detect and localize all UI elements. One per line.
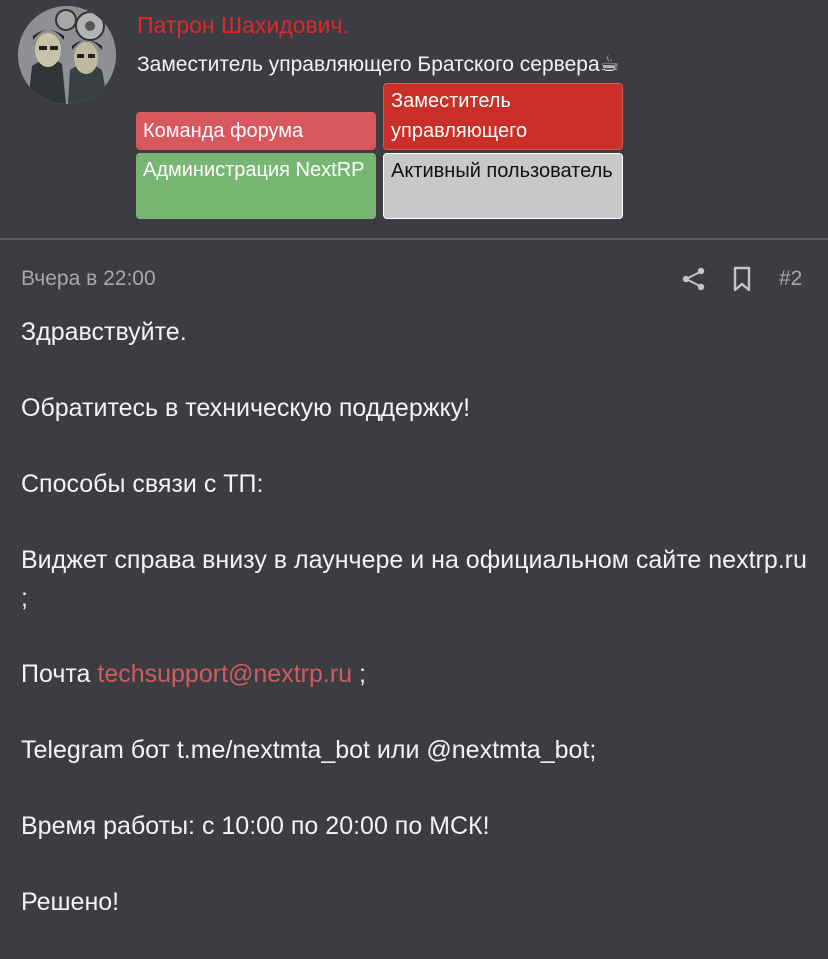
- avatar-two-agents-icon[interactable]: [18, 6, 116, 104]
- message-line: Обратитесь в техническую поддержку!: [21, 394, 471, 422]
- message-body: Здравствуйте. Обратитесь в техническую п…: [21, 313, 811, 959]
- post-number-link[interactable]: #2: [779, 266, 802, 292]
- forum-post-page: Патрон Шахидович. Заместитель управляюще…: [0, 0, 828, 931]
- banner-administration: Администрация NextRP: [136, 153, 376, 219]
- username[interactable]: Патрон Шахидович.: [137, 11, 349, 39]
- banner-forum-team: Команда форума: [136, 112, 376, 150]
- message-line: Время работы: с 10:00 по 20:00 по МСК!: [21, 812, 490, 840]
- post-author-header: Патрон Шахидович. Заместитель управляюще…: [0, 0, 828, 240]
- user-title-text: Заместитель управляющего Братского серве…: [137, 53, 600, 76]
- message-mail-line: Почта techsupport@nextrp.ru ;: [21, 655, 811, 693]
- message-line: Telegram бот t.me/nextmta_bot или @nextm…: [21, 736, 597, 764]
- message-greeting: Здравствуйте.: [21, 318, 187, 346]
- coffee-cup-icon: ☕: [599, 51, 620, 76]
- mail-suffix: ;: [352, 660, 366, 688]
- post-timestamp[interactable]: Вчера в 22:00: [21, 266, 156, 292]
- banner-deputy-manager: Заместитель управляющего: [383, 83, 623, 150]
- post-meta-bar: Вчера в 22:00 #2: [0, 262, 828, 296]
- message-line: Виджет справа внизу в лаунчере и на офиц…: [21, 546, 807, 612]
- email-link[interactable]: techsupport@nextrp.ru: [97, 660, 352, 688]
- mail-label: Почта: [21, 660, 91, 688]
- bookmark-icon[interactable]: [727, 264, 757, 294]
- message-line: Решено!: [21, 888, 120, 916]
- banner-active-user: Активный пользователь: [383, 153, 623, 219]
- message-line: Способы связи с ТП:: [21, 470, 264, 498]
- user-title: Заместитель управляющего Братского серве…: [137, 50, 619, 79]
- share-icon[interactable]: [679, 264, 709, 294]
